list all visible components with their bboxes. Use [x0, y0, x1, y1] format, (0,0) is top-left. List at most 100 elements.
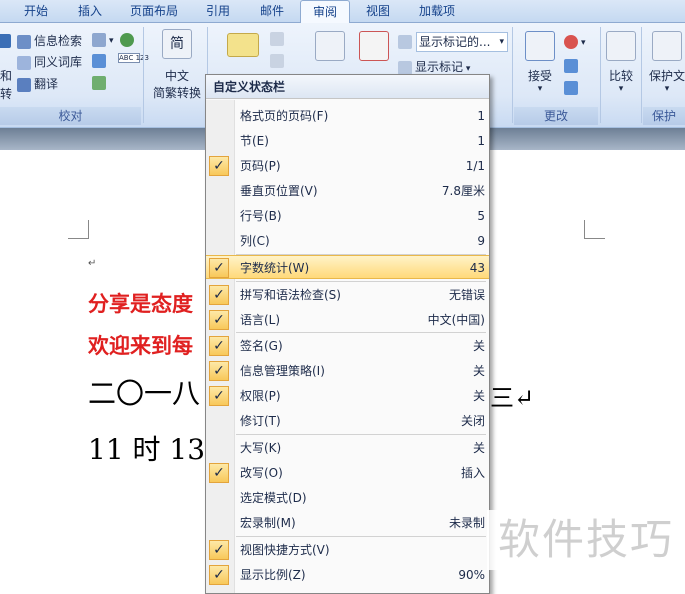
date-line: 二〇一八 — [88, 377, 201, 410]
menu-separator — [236, 536, 486, 537]
delete-comment-icon[interactable] — [270, 31, 287, 46]
menu-item[interactable]: 宏录制(M) 未录制 — [206, 511, 489, 535]
checkmark-icon: ✓ — [209, 361, 229, 381]
menu-item[interactable]: ✓ 语言(L) 中文(中国) — [206, 308, 489, 332]
menu-item-value: 43 — [469, 261, 485, 275]
set-language-icon[interactable] — [92, 53, 109, 68]
margin-corner-right — [584, 220, 605, 239]
menu-item[interactable]: 垂直页位置(V) 7.8厘米 — [206, 179, 489, 203]
left-cut-text-1: 和 — [0, 69, 13, 83]
abc-123-icon[interactable]: ABC 123 — [118, 53, 149, 63]
menu-item[interactable]: ✓ 信息管理策略(I) 关 — [206, 359, 489, 383]
menu-item-label: 拼写和语法检查(S) — [240, 288, 341, 302]
next-change-icon[interactable] — [564, 80, 581, 95]
tab-references[interactable]: 引用 — [192, 0, 244, 22]
menu-item-label: 签名(G) — [240, 339, 283, 353]
menu-item-label: 修订(T) — [240, 414, 281, 428]
group-label-protect: 保护 — [643, 107, 685, 125]
conversion-label: 简繁转换 — [152, 86, 201, 100]
display-for-review-icon — [398, 34, 415, 49]
spelling-icon[interactable] — [120, 32, 137, 47]
display-for-review-dropdown[interactable]: 显示标记的... ▾ — [416, 32, 508, 52]
menu-item-value: 9 — [477, 234, 485, 248]
next-comment-icon[interactable] — [270, 53, 287, 68]
menu-item-label: 大写(K) — [240, 441, 282, 455]
show-markup-button[interactable]: 显示标记 ▾ — [398, 58, 470, 75]
menu-item-value: 5 — [477, 209, 485, 223]
menu-item-value: 90% — [458, 568, 485, 582]
chevron-down-icon: ▾ — [664, 84, 670, 94]
checkmark-icon: ✓ — [209, 156, 229, 176]
menu-item-label: 信息管理策略(I) — [240, 364, 325, 378]
reject-icon[interactable]: ▾ — [564, 34, 586, 49]
menu-item-label: 宏录制(M) — [240, 516, 296, 530]
menu-item[interactable]: ✓ 权限(P) 关 — [206, 384, 489, 408]
track-changes-icon — [315, 31, 345, 61]
tab-review[interactable]: 审阅 — [300, 0, 350, 24]
word-count-icon[interactable]: ▾ — [92, 32, 114, 47]
balloons-icon — [359, 31, 389, 61]
simplified-chinese-icon: 简 — [162, 29, 192, 59]
tab-view[interactable]: 视图 — [352, 0, 404, 22]
checkmark-icon: ✓ — [209, 285, 229, 305]
checkmark-icon: ✓ — [209, 310, 229, 330]
track-changes-button[interactable] — [314, 31, 346, 65]
menu-item[interactable]: 大写(K) 关 — [206, 436, 489, 460]
menu-separator — [236, 281, 486, 282]
group-separator — [143, 27, 144, 123]
customize-status-bar-menu: 自定义状态栏 格式页的页码(F) 1 节(E) 1 ✓ 页码(P) 1/1 垂直页位置(V) 7… — [205, 74, 490, 594]
menu-item-label: 权限(P) — [240, 389, 281, 403]
tab-home[interactable]: 开始 — [10, 0, 62, 22]
thesaurus-button[interactable]: 同义词库 — [17, 53, 82, 70]
menu-item[interactable]: ✓ 页码(P) 1/1 — [206, 154, 489, 178]
menu-item[interactable]: 节(E) 1 — [206, 129, 489, 153]
toggle-tip-icon[interactable] — [92, 75, 109, 90]
menu-item[interactable]: ✓ 签名(G) 关 — [206, 334, 489, 358]
protect-document-button[interactable]: 保护文 ▾ — [646, 31, 685, 94]
checkmark-icon: ✓ — [209, 565, 229, 585]
compare-button[interactable]: 比较 ▾ — [604, 31, 638, 94]
translate-button[interactable]: 翻译 — [17, 75, 58, 92]
ribbon-cut-icon[interactable] — [0, 33, 14, 48]
tab-mailings[interactable]: 邮件 — [246, 0, 298, 22]
menu-item-value: 关 — [472, 441, 485, 455]
info-search-button[interactable]: 信息检索 — [17, 32, 82, 49]
menu-item-label: 页码(P) — [240, 159, 281, 173]
previous-change-icon[interactable] — [564, 58, 581, 73]
menu-item[interactable]: 格式页的页码(F) 1 — [206, 104, 489, 128]
menu-item[interactable]: ✓ 改写(O) 插入 — [206, 461, 489, 485]
menu-item[interactable]: ✓ 拼写和语法检查(S) 无错误 — [206, 283, 489, 307]
accept-button[interactable]: 接受 ▾ — [520, 31, 560, 94]
tab-insert[interactable]: 插入 — [64, 0, 116, 22]
menu-item[interactable]: ✓ 视图快捷方式(V) — [206, 538, 489, 562]
menu-item-label: 字数统计(W) — [240, 261, 310, 275]
menu-item[interactable]: 列(C) 9 — [206, 229, 489, 253]
ribbon-tab-bar: 开始 插入 页面布局 引用 邮件 审阅 视图 加载项 — [0, 0, 685, 24]
menu-item[interactable]: 修订(T) 关闭 — [206, 409, 489, 433]
chevron-down-icon: ▾ — [537, 84, 543, 94]
menu-item-label: 视图快捷方式(V) — [240, 543, 330, 557]
translate-icon — [17, 77, 31, 92]
checkmark-icon: ✓ — [209, 386, 229, 406]
chinese-conversion-button[interactable]: 简 中文 简繁转换 — [150, 29, 204, 101]
menu-item-label: 改写(O) — [240, 466, 283, 480]
red-text-line-2: 欢迎来到每 — [88, 334, 193, 358]
menu-item[interactable]: 选定模式(D) — [206, 486, 489, 510]
time-line: 11 时 13 — [88, 433, 206, 466]
menu-item-value: 插入 — [460, 466, 485, 480]
menu-item-label: 垂直页位置(V) — [240, 184, 318, 198]
menu-item[interactable]: 行号(B) 5 — [206, 204, 489, 228]
tab-page-layout[interactable]: 页面布局 — [118, 0, 190, 22]
menu-item-value: 7.8厘米 — [441, 184, 485, 198]
menu-item-value: 关 — [472, 364, 485, 378]
menu-item-value: 关闭 — [460, 414, 485, 428]
chevron-down-icon: ▾ — [618, 84, 624, 94]
group-separator — [641, 27, 642, 123]
chinese-label: 中文 — [164, 69, 189, 83]
new-comment-button[interactable] — [218, 33, 268, 61]
menu-item-value: 关 — [472, 389, 485, 403]
tab-addins[interactable]: 加载项 — [406, 0, 468, 22]
balloons-button[interactable] — [356, 31, 392, 65]
menu-item[interactable]: ✓ 字数统计(W) 43 — [206, 255, 489, 279]
menu-item[interactable]: ✓ 显示比例(Z) 90% — [206, 563, 489, 587]
